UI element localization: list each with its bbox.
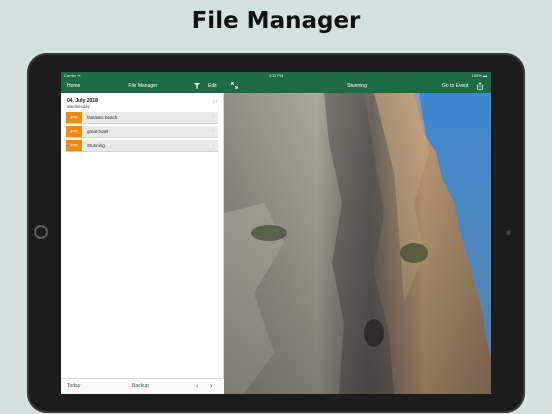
event-count-badge: 27 [213,99,218,104]
share-icon[interactable] [477,82,483,92]
chevron-right-icon: › [212,114,214,120]
file-name: Stunning [87,143,105,148]
file-row-selected[interactable]: jpeg Stunning › [66,140,218,152]
next-icon[interactable]: › [210,379,212,394]
device-screen: Carrier ᯤ 4:11 PM 100% ▬ Home File Manag… [61,72,491,394]
ipad-frame: Carrier ᯤ 4:11 PM 100% ▬ Home File Manag… [27,53,525,413]
photo-preview[interactable] [224,93,491,394]
camera-dot [506,230,511,235]
page-headline: File Manager [191,8,361,34]
file-type-thumb: jpeg [66,126,82,137]
home-nav-button[interactable]: Home [67,79,80,93]
file-name: fantastic beach [87,115,118,120]
backup-button[interactable]: Backup [132,379,149,394]
chevron-right-icon: › [212,142,214,148]
chevron-right-icon: › [212,128,214,134]
home-button[interactable] [34,225,48,239]
detail-title: Stunning [347,83,367,89]
file-list-pane: 04. July 2018 Wednesday 27 jpeg fantasti… [61,93,224,394]
cliff-photo [224,93,491,394]
today-button[interactable]: Today [67,379,80,394]
expand-icon[interactable] [231,82,238,91]
filter-icon[interactable] [194,83,200,91]
edit-button[interactable]: Edit [208,79,217,93]
go-to-event-button[interactable]: Go to Event [442,79,468,93]
file-row[interactable]: jpeg great hotel › [66,126,218,138]
weekday-label: Wednesday [67,104,90,109]
nav-title: File Manager [128,83,158,89]
bottom-toolbar: Today Backup ‹ › [61,378,224,394]
clock: 4:11 PM [268,73,284,78]
file-row[interactable]: jpeg fantastic beach › [66,112,218,124]
status-bar: Carrier ᯤ 4:11 PM 100% ▬ [61,72,491,79]
battery-indicator: 100% ▬ [471,73,487,78]
file-type-thumb: jpeg [66,140,82,151]
file-type-thumb: jpeg [66,112,82,123]
file-name: great hotel [87,129,109,134]
navigation-bar: Home File Manager Edit Stunning Go to Ev… [61,79,491,93]
previous-icon[interactable]: ‹ [196,379,198,394]
